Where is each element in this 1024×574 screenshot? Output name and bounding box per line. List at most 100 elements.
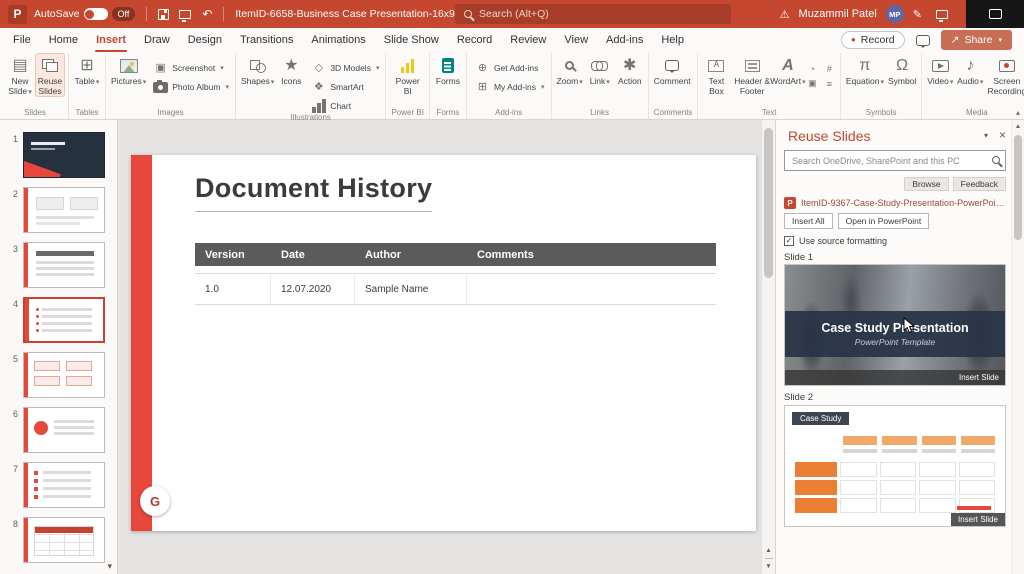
- table-button[interactable]: ⊞ Table▾: [72, 53, 102, 88]
- tab-add-ins[interactable]: Add-ins: [597, 28, 652, 52]
- open-in-powerpoint-button[interactable]: Open in PowerPoint: [837, 213, 930, 229]
- alert-icon[interactable]: ⚠: [780, 8, 790, 21]
- smartart-button[interactable]: ❖ SmartArt: [308, 79, 382, 94]
- comment-button[interactable]: Comment: [652, 53, 693, 88]
- share-button[interactable]: ↗ Share ▾: [940, 30, 1012, 50]
- link-button[interactable]: Link▾: [585, 53, 615, 88]
- tab-animations[interactable]: Animations: [302, 28, 374, 52]
- canvas-scrollbar-thumb[interactable]: [764, 128, 773, 278]
- use-source-formatting-row[interactable]: ✓ Use source formatting: [784, 236, 887, 246]
- panel-scroll-chevron-icon[interactable]: ▾: [107, 561, 112, 572]
- screenshot-button[interactable]: ▣ Screenshot ▾: [150, 60, 232, 75]
- slide-thumb-image[interactable]: [23, 132, 105, 178]
- pane-close-icon[interactable]: ×: [999, 128, 1006, 142]
- slide-thumb-image[interactable]: [23, 517, 105, 563]
- slide-thumbnail-3[interactable]: 3: [0, 242, 111, 288]
- reuse-search-input[interactable]: [784, 150, 1006, 171]
- slide-thumb-image[interactable]: [23, 242, 105, 288]
- new-slide-button[interactable]: ▤ New Slide▾: [5, 53, 35, 97]
- feedback-button[interactable]: Feedback: [952, 177, 1006, 191]
- display-settings-icon[interactable]: [933, 5, 951, 23]
- tab-file[interactable]: File: [4, 28, 40, 52]
- autosave-switch[interactable]: [83, 8, 108, 20]
- header-footer-button[interactable]: Header & Footer: [731, 53, 772, 97]
- slide-thumb-image-selected[interactable]: [23, 297, 105, 343]
- slide-thumbnail-6[interactable]: 6: [0, 407, 111, 453]
- tab-record[interactable]: Record: [448, 28, 501, 52]
- tab-insert[interactable]: Insert: [87, 28, 135, 52]
- slide-thumbnail-4[interactable]: 4: [0, 297, 111, 343]
- screen-recording-button[interactable]: Screen Recording: [985, 53, 1024, 97]
- wordart-button[interactable]: A WordArt▾: [770, 53, 806, 88]
- slide-thumb-image[interactable]: [23, 352, 105, 398]
- forms-button[interactable]: Forms: [433, 53, 463, 88]
- reuse-slide-2-thumbnail[interactable]: Case Study Insert Slide: [784, 405, 1006, 527]
- powerpoint-logo-icon[interactable]: P: [8, 4, 27, 24]
- previous-slide-button[interactable]: ▲: [765, 547, 771, 554]
- symbol-button[interactable]: Ω Symbol: [886, 53, 918, 88]
- slide-thumb-image[interactable]: [23, 407, 105, 453]
- action-button[interactable]: ✱ Action: [615, 53, 645, 88]
- window-controls[interactable]: [966, 0, 1024, 28]
- tab-draw[interactable]: Draw: [135, 28, 179, 52]
- autosave-toggle[interactable]: AutoSave Off: [34, 7, 136, 21]
- text-box-button[interactable]: Text Box: [701, 53, 731, 97]
- icons-button[interactable]: ★ Icons: [276, 53, 306, 88]
- slide-number-icon[interactable]: #: [822, 62, 837, 75]
- pictures-button[interactable]: Pictures▾: [109, 53, 148, 88]
- pane-scrollbar-thumb[interactable]: [1014, 135, 1022, 240]
- slide-thumb-image[interactable]: [23, 187, 105, 233]
- search-icon[interactable]: [992, 156, 1000, 164]
- video-button[interactable]: Video▾: [925, 53, 955, 88]
- present-icon[interactable]: [176, 5, 194, 23]
- slide-thumbnail-2[interactable]: 2: [0, 187, 111, 233]
- tab-view[interactable]: View: [555, 28, 597, 52]
- object-icon[interactable]: ▣: [805, 77, 820, 90]
- browse-button[interactable]: Browse: [904, 177, 949, 191]
- lines-icon[interactable]: ≡: [822, 77, 837, 90]
- reuse-slide-1-thumbnail[interactable]: Case Study Presentation PowerPoint Templ…: [784, 264, 1006, 386]
- tab-design[interactable]: Design: [179, 28, 231, 52]
- pane-chevron-down-icon[interactable]: ▾: [984, 131, 988, 140]
- current-slide[interactable]: Document History Version Date Author Com…: [131, 155, 756, 531]
- tab-home[interactable]: Home: [40, 28, 87, 52]
- titlebar-search[interactable]: Search (Alt+Q): [455, 4, 731, 24]
- document-history-table[interactable]: Version Date Author Comments 1.0 12.07.2…: [195, 243, 716, 305]
- tab-transitions[interactable]: Transitions: [231, 28, 302, 52]
- source-file-row[interactable]: P ItemID-9367-Case-Study-Presentation-Po…: [784, 197, 1008, 209]
- next-slide-button[interactable]: ▼: [765, 563, 771, 570]
- get-add-ins-button[interactable]: ⊕ Get Add-ins: [472, 60, 548, 75]
- my-add-ins-button[interactable]: ⊞ My Add-ins ▾: [472, 79, 548, 94]
- insert-all-button[interactable]: Insert All: [784, 213, 833, 229]
- audio-button[interactable]: ♪ Audio▾: [955, 53, 985, 88]
- undo-icon[interactable]: ↶: [198, 5, 216, 23]
- date-time-icon[interactable]: ◔: [805, 62, 820, 75]
- slide-thumb-image[interactable]: [23, 462, 105, 508]
- scroll-up-icon[interactable]: ▲: [1012, 123, 1024, 130]
- collapse-ribbon-button[interactable]: ▴: [1016, 108, 1020, 117]
- photo-album-button[interactable]: Photo Album ▾: [150, 79, 232, 94]
- canvas-scrollbar[interactable]: ▲ ▼: [761, 120, 775, 574]
- chart-button[interactable]: Chart: [308, 98, 382, 113]
- slide-title[interactable]: Document History: [195, 173, 433, 212]
- zoom-button[interactable]: Zoom▾: [555, 53, 585, 88]
- use-source-checkbox[interactable]: ✓: [784, 236, 794, 246]
- pane-scrollbar[interactable]: ▲: [1011, 120, 1024, 574]
- slide-thumbnail-7[interactable]: 7: [0, 462, 111, 508]
- comments-icon[interactable]: [915, 34, 930, 48]
- record-button[interactable]: ● Record: [840, 31, 905, 49]
- shapes-button[interactable]: Shapes▾: [239, 53, 276, 88]
- slide-thumbnail-8[interactable]: 8: [0, 517, 111, 563]
- tab-slide-show[interactable]: Slide Show: [375, 28, 448, 52]
- power-bi-button[interactable]: Power BI: [389, 53, 425, 97]
- equation-button[interactable]: π Equation▾: [844, 53, 886, 88]
- reuse-slides-button[interactable]: Reuse Slides: [35, 53, 65, 98]
- tab-review[interactable]: Review: [501, 28, 555, 52]
- save-icon[interactable]: [154, 5, 172, 23]
- pencil-icon[interactable]: ✎: [913, 8, 922, 21]
- 3d-models-button[interactable]: ◇ 3D Models ▾: [308, 60, 382, 75]
- slide-thumbnail-5[interactable]: 5: [0, 352, 111, 398]
- tab-help[interactable]: Help: [652, 28, 693, 52]
- avatar[interactable]: MP: [885, 5, 904, 23]
- insert-slide-bar[interactable]: Insert Slide: [785, 370, 1005, 385]
